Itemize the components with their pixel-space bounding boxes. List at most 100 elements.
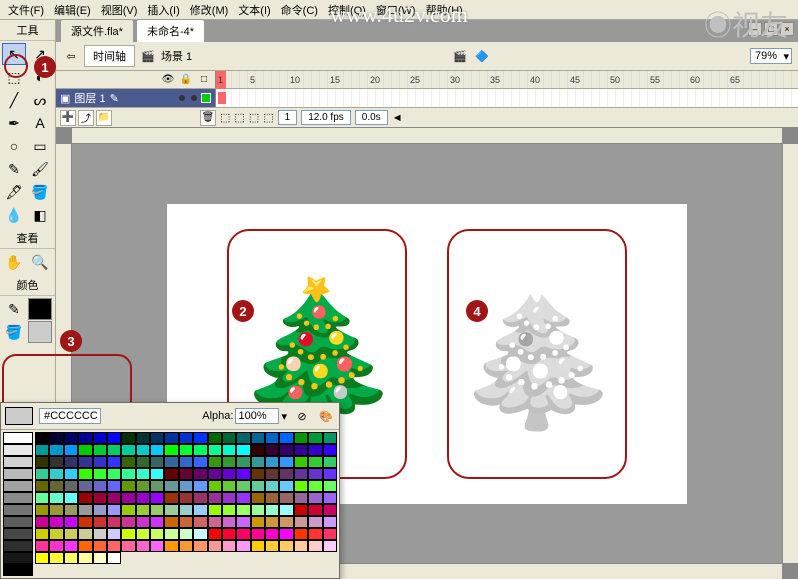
color-swatch[interactable] [64,480,78,492]
color-swatch[interactable] [323,444,337,456]
color-swatch[interactable] [35,456,49,468]
color-swatch[interactable] [193,516,207,528]
scrollbar-vertical[interactable] [782,144,798,563]
color-swatch[interactable] [179,456,193,468]
color-swatch[interactable] [107,444,121,456]
color-swatch[interactable] [150,492,164,504]
color-swatch[interactable] [35,528,49,540]
color-swatch[interactable] [251,504,265,516]
back-icon[interactable]: ⇦ [62,47,80,65]
color-swatch[interactable] [265,444,279,456]
color-swatch[interactable] [93,468,107,480]
color-swatch[interactable] [35,504,49,516]
color-swatch[interactable] [78,504,92,516]
color-swatch[interactable] [208,540,222,552]
color-swatch[interactable] [193,456,207,468]
color-swatch[interactable] [279,540,293,552]
no-color-icon[interactable]: ⊘ [293,407,311,425]
color-swatch[interactable] [265,480,279,492]
gray-swatch[interactable] [3,444,33,456]
color-swatch[interactable] [164,516,178,528]
color-swatch[interactable] [222,432,236,444]
outline-column-icon[interactable]: □ [197,73,211,87]
color-swatch[interactable] [121,528,135,540]
color-swatch[interactable] [222,480,236,492]
fill-color[interactable]: 🪣 [2,321,26,343]
color-swatch[interactable] [121,492,135,504]
color-swatch[interactable] [150,540,164,552]
color-swatch[interactable] [251,528,265,540]
color-swatch[interactable] [136,492,150,504]
color-swatch[interactable] [323,456,337,468]
color-swatch[interactable] [323,504,337,516]
color-swatch[interactable] [323,432,337,444]
color-swatch[interactable] [164,492,178,504]
color-swatch[interactable] [222,504,236,516]
color-swatch[interactable] [78,444,92,456]
color-swatch[interactable] [136,456,150,468]
color-swatch[interactable] [236,480,250,492]
color-swatch[interactable] [323,480,337,492]
scroll-left-icon[interactable]: ◄ [392,112,403,124]
brush-tool[interactable]: 🖌 [28,158,52,180]
color-swatch[interactable] [222,444,236,456]
color-swatch[interactable] [35,516,49,528]
color-swatch[interactable] [64,444,78,456]
color-swatch[interactable] [107,480,121,492]
color-swatch[interactable] [107,432,121,444]
hand-tool[interactable]: ✋ [2,251,26,273]
color-swatch[interactable] [179,540,193,552]
menu-file[interactable]: 文件(F) [4,0,48,20]
color-swatch[interactable] [251,456,265,468]
color-swatch[interactable] [121,480,135,492]
color-swatch[interactable] [294,504,308,516]
color-swatch[interactable] [136,516,150,528]
color-swatch[interactable] [150,456,164,468]
color-swatch[interactable] [136,528,150,540]
color-swatch[interactable] [164,456,178,468]
color-swatch[interactable] [265,516,279,528]
color-swatch[interactable] [294,456,308,468]
color-swatch[interactable] [35,540,49,552]
color-swatch[interactable] [78,432,92,444]
alpha-input[interactable] [235,408,279,424]
color-swatch[interactable] [265,468,279,480]
timeline-button[interactable]: 时间轴 [84,45,135,67]
gray-swatch[interactable] [3,468,33,480]
eyedropper-tool[interactable]: 💧 [2,204,26,226]
eraser-tool[interactable]: ◧ [28,204,52,226]
color-swatch[interactable] [93,540,107,552]
color-swatch[interactable] [308,432,322,444]
color-swatch[interactable] [279,492,293,504]
color-swatch[interactable] [193,432,207,444]
color-swatch[interactable] [236,516,250,528]
color-swatch[interactable] [93,492,107,504]
gray-swatch[interactable] [3,528,33,540]
color-swatch[interactable] [64,540,78,552]
color-swatch[interactable] [193,540,207,552]
color-swatch[interactable] [179,444,193,456]
frame-ruler[interactable]: 1 5 10 15 20 25 30 35 40 45 50 55 60 65 [216,71,798,88]
color-swatch[interactable] [35,552,49,564]
delete-layer-icon[interactable]: 🗑 [200,110,216,126]
color-swatch[interactable] [35,444,49,456]
free-transform-tool[interactable]: ⬚ [2,66,26,88]
color-swatch[interactable] [193,468,207,480]
color-swatch[interactable] [49,456,63,468]
color-swatch[interactable] [164,540,178,552]
color-swatch[interactable] [308,492,322,504]
color-swatch[interactable] [279,528,293,540]
color-swatch[interactable] [294,480,308,492]
zoom-select[interactable]: 79% [750,48,792,64]
color-swatch[interactable] [107,540,121,552]
color-swatch[interactable] [265,528,279,540]
color-swatch[interactable] [164,480,178,492]
color-swatch[interactable] [136,468,150,480]
color-swatch[interactable] [222,516,236,528]
color-swatch[interactable] [308,456,322,468]
color-swatch[interactable] [150,516,164,528]
color-swatch[interactable] [107,504,121,516]
color-swatch[interactable] [193,528,207,540]
color-swatch[interactable] [49,432,63,444]
color-swatch[interactable] [150,528,164,540]
